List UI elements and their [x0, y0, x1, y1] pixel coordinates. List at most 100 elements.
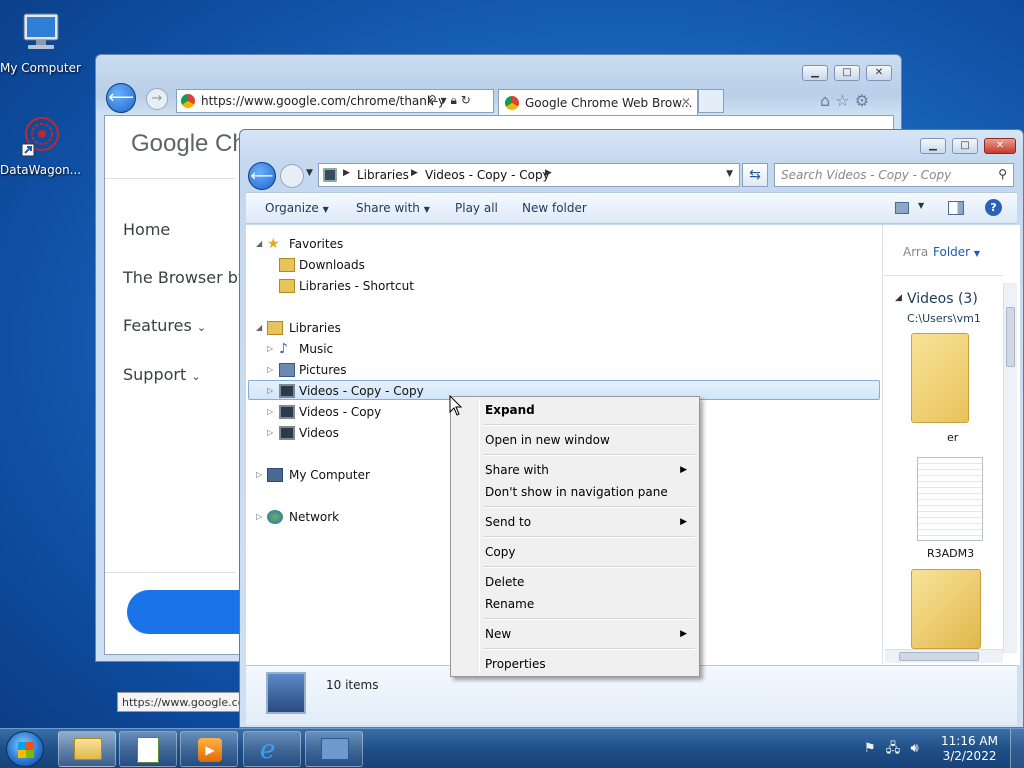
menu-item-properties[interactable]: Properties: [453, 653, 697, 675]
menu-item-label: Send to: [485, 515, 532, 529]
breadcrumb-libraries[interactable]: Libraries: [357, 168, 409, 182]
taskbar-control-panel[interactable]: [305, 731, 363, 767]
show-desktop-button[interactable]: [1010, 729, 1024, 768]
chevron-down-icon[interactable]: ▼: [726, 169, 733, 179]
taskbar-media-player[interactable]: ▶: [180, 731, 238, 767]
scrollbar-thumb[interactable]: [1006, 307, 1015, 367]
address-text: https://www.google.com/chrome/thank-y: [201, 94, 446, 108]
menu-item-new[interactable]: New ▶: [453, 623, 697, 645]
breadcrumb[interactable]: ▶ Libraries ▶ Videos - Copy - Copy ▶ ▼: [318, 163, 740, 187]
tree-item-libraries-shortcut[interactable]: Libraries - Shortcut: [299, 276, 414, 296]
menu-item-delete[interactable]: Delete: [453, 571, 697, 593]
share-with-button[interactable]: Share with ▼: [356, 201, 430, 215]
minimize-button[interactable]: ▁: [920, 138, 946, 154]
menu-item-rename[interactable]: Rename: [453, 593, 697, 615]
expand-arrow-icon[interactable]: ▷: [267, 381, 273, 401]
menu-item-share-with[interactable]: Share with ▶: [453, 459, 697, 481]
computer-icon: [267, 468, 283, 482]
menu-item-send-to[interactable]: Send to ▶: [453, 511, 697, 533]
maximize-button[interactable]: □: [952, 138, 978, 154]
organize-button[interactable]: Organize ▼: [265, 201, 329, 215]
home-icon[interactable]: ⌂: [820, 91, 830, 110]
nav-the-browser[interactable]: The Browser by: [123, 268, 247, 287]
tree-item-videos-copy-copy[interactable]: Videos - Copy - Copy: [299, 381, 424, 401]
menu-item-copy[interactable]: Copy: [453, 541, 697, 563]
taskbar-explorer[interactable]: [58, 731, 116, 767]
chevron-down-icon[interactable]: ▾: [441, 93, 447, 107]
help-icon[interactable]: ?: [985, 199, 1002, 216]
action-center-flag-icon[interactable]: ⚑: [864, 741, 876, 756]
close-button[interactable]: ✕: [866, 65, 892, 81]
collapse-arrow-icon[interactable]: ◢: [895, 293, 902, 303]
refresh-button[interactable]: ⇆: [742, 163, 768, 187]
maximize-button[interactable]: □: [834, 65, 860, 81]
expand-arrow-icon[interactable]: ▷: [267, 423, 273, 443]
settings-gear-icon[interactable]: ⚙: [855, 91, 869, 110]
expand-arrow-icon[interactable]: ▷: [256, 507, 262, 527]
folder-icon[interactable]: [911, 569, 981, 649]
favorites-star-icon[interactable]: ☆: [835, 91, 849, 110]
folder-icon[interactable]: [911, 333, 969, 423]
close-button[interactable]: ✕: [984, 138, 1016, 154]
taskbar-notepad-plus[interactable]: [119, 731, 177, 767]
new-tab-button[interactable]: [698, 89, 724, 113]
menu-separator: [483, 618, 695, 620]
expand-arrow-icon[interactable]: ▷: [267, 339, 273, 359]
tree-item-pictures[interactable]: Pictures: [299, 360, 347, 380]
desktop-icon-datawagon[interactable]: DataWagon...: [0, 112, 81, 177]
taskbar-internet-explorer[interactable]: e: [243, 731, 301, 767]
recent-pages-dropdown[interactable]: ▼: [306, 168, 313, 178]
expand-arrow-icon[interactable]: ▷: [256, 465, 262, 485]
tree-item-network[interactable]: Network: [289, 507, 339, 527]
item-label[interactable]: R3ADM3: [927, 547, 974, 560]
downloads-folder-icon: [279, 258, 295, 272]
video-library-icon: [266, 672, 306, 714]
close-tab-icon[interactable]: ✕: [681, 95, 691, 109]
minimize-button[interactable]: ▁: [802, 65, 828, 81]
nav-label: Home: [123, 220, 171, 239]
volume-icon[interactable]: 🔊︎: [910, 741, 918, 756]
forward-button[interactable]: [280, 164, 304, 188]
menu-item-open-in-new-window[interactable]: Open in new window: [453, 429, 697, 451]
nav-features[interactable]: Features ⌄: [123, 316, 206, 335]
tab-title: Google Chrome Web Brow...: [525, 96, 693, 110]
new-folder-button[interactable]: New folder: [522, 201, 587, 215]
tree-item-videos[interactable]: Videos: [299, 423, 339, 443]
nav-support[interactable]: Support ⌄: [123, 365, 201, 384]
network-status-icon[interactable]: 🖧︎: [886, 741, 901, 756]
menu-item-dont-show-in-navigation-pane[interactable]: Don't show in navigation pane: [453, 481, 697, 503]
collapse-arrow-icon[interactable]: ◢: [256, 318, 262, 338]
change-view-icon[interactable]: [895, 202, 909, 214]
back-button[interactable]: ⟵: [106, 83, 136, 113]
desktop-icon-my-computer[interactable]: My Computer: [0, 8, 81, 75]
clock[interactable]: 11:16 AM 3/2/2022: [941, 734, 998, 764]
tree-item-music[interactable]: Music: [299, 339, 333, 359]
nav-home[interactable]: Home: [123, 220, 170, 239]
forward-button[interactable]: →: [146, 88, 168, 110]
chevron-down-icon[interactable]: ▼: [918, 201, 924, 210]
arrange-by-dropdown[interactable]: Folder ▼: [933, 245, 980, 259]
tree-item-libraries[interactable]: Libraries: [289, 318, 341, 338]
browser-tab[interactable]: Google Chrome Web Brow... ✕: [498, 89, 698, 115]
scrollbar-thumb[interactable]: [899, 652, 979, 661]
breadcrumb-current[interactable]: Videos - Copy - Copy: [425, 168, 550, 182]
refresh-icon[interactable]: ↻: [461, 93, 471, 107]
back-button[interactable]: ⟵: [248, 162, 276, 190]
tree-item-videos-copy[interactable]: Videos - Copy: [299, 402, 381, 422]
tree-item-favorites[interactable]: Favorites: [289, 234, 343, 254]
collapse-arrow-icon[interactable]: ◢: [256, 234, 262, 254]
expand-arrow-icon[interactable]: ▷: [267, 360, 273, 380]
play-all-button[interactable]: Play all: [455, 201, 498, 215]
tree-item-downloads[interactable]: Downloads: [299, 255, 365, 275]
tree-item-my-computer[interactable]: My Computer: [289, 465, 370, 485]
document-icon[interactable]: [917, 457, 983, 541]
horizontal-scrollbar[interactable]: [885, 649, 1003, 663]
vertical-scrollbar[interactable]: [1003, 283, 1017, 653]
menu-item-expand[interactable]: Expand: [453, 399, 697, 421]
search-input[interactable]: Search Videos - Copy - Copy ⚲: [774, 163, 1014, 187]
expand-arrow-icon[interactable]: ▷: [267, 402, 273, 422]
search-icon[interactable]: ⚲: [428, 93, 437, 107]
item-label[interactable]: er: [947, 431, 958, 444]
preview-pane-icon[interactable]: [948, 201, 964, 215]
start-button[interactable]: [6, 731, 44, 767]
